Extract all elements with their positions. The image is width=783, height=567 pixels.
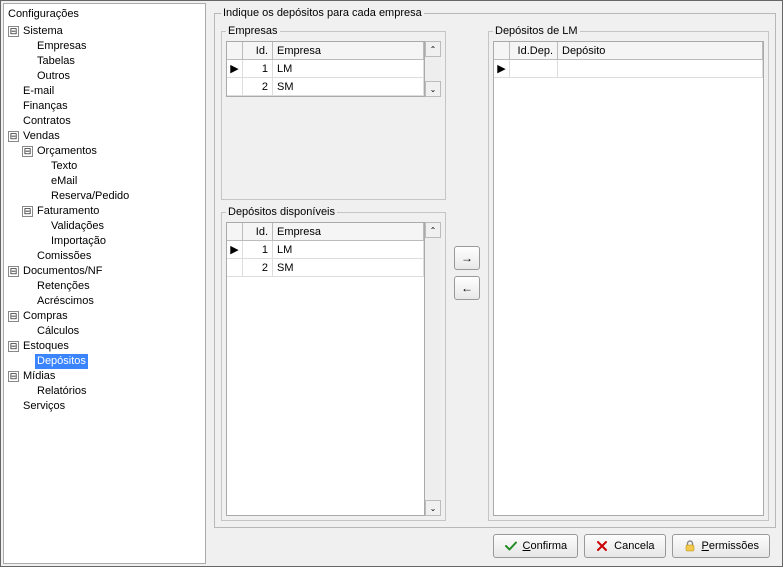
tree-node-financas[interactable]: Finanças	[8, 99, 205, 114]
col-indicator	[494, 42, 510, 59]
tree-node-compras[interactable]: ⊟ Compras	[8, 309, 205, 324]
permissoes-label: ermissões	[709, 540, 759, 552]
group-disponiveis: Depósitos disponíveis Id. Empresa	[221, 206, 446, 521]
col-iddep[interactable]: Id.Dep.	[510, 42, 558, 59]
tree-node-importacao[interactable]: Importação	[36, 234, 205, 249]
scroll-down-icon[interactable]: ⌄	[425, 81, 441, 97]
main-groupbox: Indique os depósitos para cada empresa E…	[214, 7, 776, 528]
toggle-icon[interactable]: ⊟	[8, 266, 19, 277]
cancela-button[interactable]: Cancela	[584, 534, 665, 558]
tree-node-depositos[interactable]: Depósitos	[22, 354, 205, 369]
grid-destino[interactable]: Id.Dep. Depósito ▶	[493, 41, 764, 516]
group-disponiveis-title: Depósitos disponíveis	[226, 206, 337, 218]
table-row[interactable]: ▶	[494, 60, 763, 78]
tree-node-acrescimos[interactable]: Acréscimos	[22, 294, 205, 309]
scroll-up-icon[interactable]: ⌃	[425, 41, 441, 57]
confirma-button[interactable]: Confirma	[493, 534, 579, 558]
confirma-label: onfirma	[530, 540, 567, 552]
tree-node-retencoes[interactable]: Retenções	[22, 279, 205, 294]
toggle-icon[interactable]: ⊟	[8, 311, 19, 322]
tree-node-sistema[interactable]: ⊟ Sistema	[8, 24, 205, 39]
table-row[interactable]: ▶ 1 LM	[227, 60, 424, 78]
scrollbar[interactable]: ⌃ ⌄	[425, 41, 441, 97]
row-indicator-icon	[227, 78, 243, 95]
main-title: Indique os depósitos para cada empresa	[221, 7, 424, 19]
tree-node-email[interactable]: E-mail	[8, 84, 205, 99]
tree-node-faturamento[interactable]: ⊟ Faturamento	[22, 204, 205, 219]
tree-node-midias[interactable]: ⊟ Mídias	[8, 369, 205, 384]
row-indicator-icon: ▶	[227, 241, 243, 258]
toggle-icon[interactable]: ⊟	[8, 341, 19, 352]
toggle-icon[interactable]: ⊟	[8, 131, 19, 142]
tree-node-documentos[interactable]: ⊟ Documentos/NF	[8, 264, 205, 279]
group-destino: Depósitos de LM Id.Dep. Depósito	[488, 25, 769, 521]
col-empresa[interactable]: Empresa	[273, 42, 424, 59]
table-row[interactable]: ▶ 1 LM	[227, 241, 424, 259]
col-id[interactable]: Id.	[243, 42, 273, 59]
tree-node-validacoes[interactable]: Validações	[36, 219, 205, 234]
col-id[interactable]: Id.	[243, 223, 273, 240]
row-indicator-icon: ▶	[494, 60, 510, 77]
col-indicator	[227, 223, 243, 240]
row-indicator-icon: ▶	[227, 60, 243, 77]
row-indicator-icon	[227, 259, 243, 276]
tree-node-emailv[interactable]: eMail	[36, 174, 205, 189]
x-icon	[595, 539, 609, 553]
tree-node-tabelas[interactable]: Tabelas	[22, 54, 205, 69]
grid-disponiveis[interactable]: Id. Empresa ▶ 1 LM	[226, 222, 425, 516]
move-right-button[interactable]: →	[454, 246, 480, 270]
tree-node-reserva[interactable]: Reserva/Pedido	[36, 189, 205, 204]
scroll-track[interactable]	[425, 238, 441, 500]
tree-node-texto[interactable]: Texto	[36, 159, 205, 174]
tree-node-relatorios[interactable]: Relatórios	[22, 384, 205, 399]
toggle-icon[interactable]: ⊟	[22, 146, 33, 157]
check-icon	[504, 539, 518, 553]
arrow-left-icon: ←	[461, 281, 473, 295]
col-empresa[interactable]: Empresa	[273, 223, 424, 240]
permissoes-button[interactable]: Permissões	[672, 534, 770, 558]
tree-root-label: Configurações	[8, 6, 205, 24]
scroll-track[interactable]	[425, 57, 441, 81]
tree-node-comissoes[interactable]: Comissões	[22, 249, 205, 264]
tree-node-empresas[interactable]: Empresas	[22, 39, 205, 54]
tree-node-vendas[interactable]: ⊟ Vendas	[8, 129, 205, 144]
cancela-label: Cancela	[614, 540, 654, 552]
table-row[interactable]: 2 SM	[227, 78, 424, 96]
move-left-button[interactable]: ←	[454, 276, 480, 300]
table-row[interactable]: 2 SM	[227, 259, 424, 277]
col-indicator	[227, 42, 243, 59]
toggle-icon[interactable]: ⊟	[22, 206, 33, 217]
scroll-up-icon[interactable]: ⌃	[425, 222, 441, 238]
tree-node-outros[interactable]: Outros	[22, 69, 205, 84]
config-tree[interactable]: Configurações ⊟ Sistema Empresas Tabelas…	[3, 3, 206, 564]
tree-node-estoques[interactable]: ⊟ Estoques	[8, 339, 205, 354]
lock-icon	[683, 539, 697, 553]
grid-empresas[interactable]: Id. Empresa ▶ 1 LM	[226, 41, 425, 97]
group-empresas-title: Empresas	[226, 25, 280, 37]
scrollbar[interactable]: ⌃ ⌄	[425, 222, 441, 516]
col-deposito[interactable]: Depósito	[558, 42, 763, 59]
tree-node-calculos[interactable]: Cálculos	[22, 324, 205, 339]
toggle-icon[interactable]: ⊟	[8, 26, 19, 37]
permissoes-mnemonic: P	[702, 540, 709, 552]
arrow-right-icon: →	[461, 251, 473, 265]
toggle-icon[interactable]: ⊟	[8, 371, 19, 382]
group-destino-title: Depósitos de LM	[493, 25, 580, 37]
tree-node-contratos[interactable]: Contratos	[8, 114, 205, 129]
scroll-down-icon[interactable]: ⌄	[425, 500, 441, 516]
group-empresas: Empresas Id. Empresa	[221, 25, 446, 200]
tree-node-orcamentos[interactable]: ⊟ Orçamentos	[22, 144, 205, 159]
tree-node-servicos[interactable]: Serviços	[8, 399, 205, 414]
